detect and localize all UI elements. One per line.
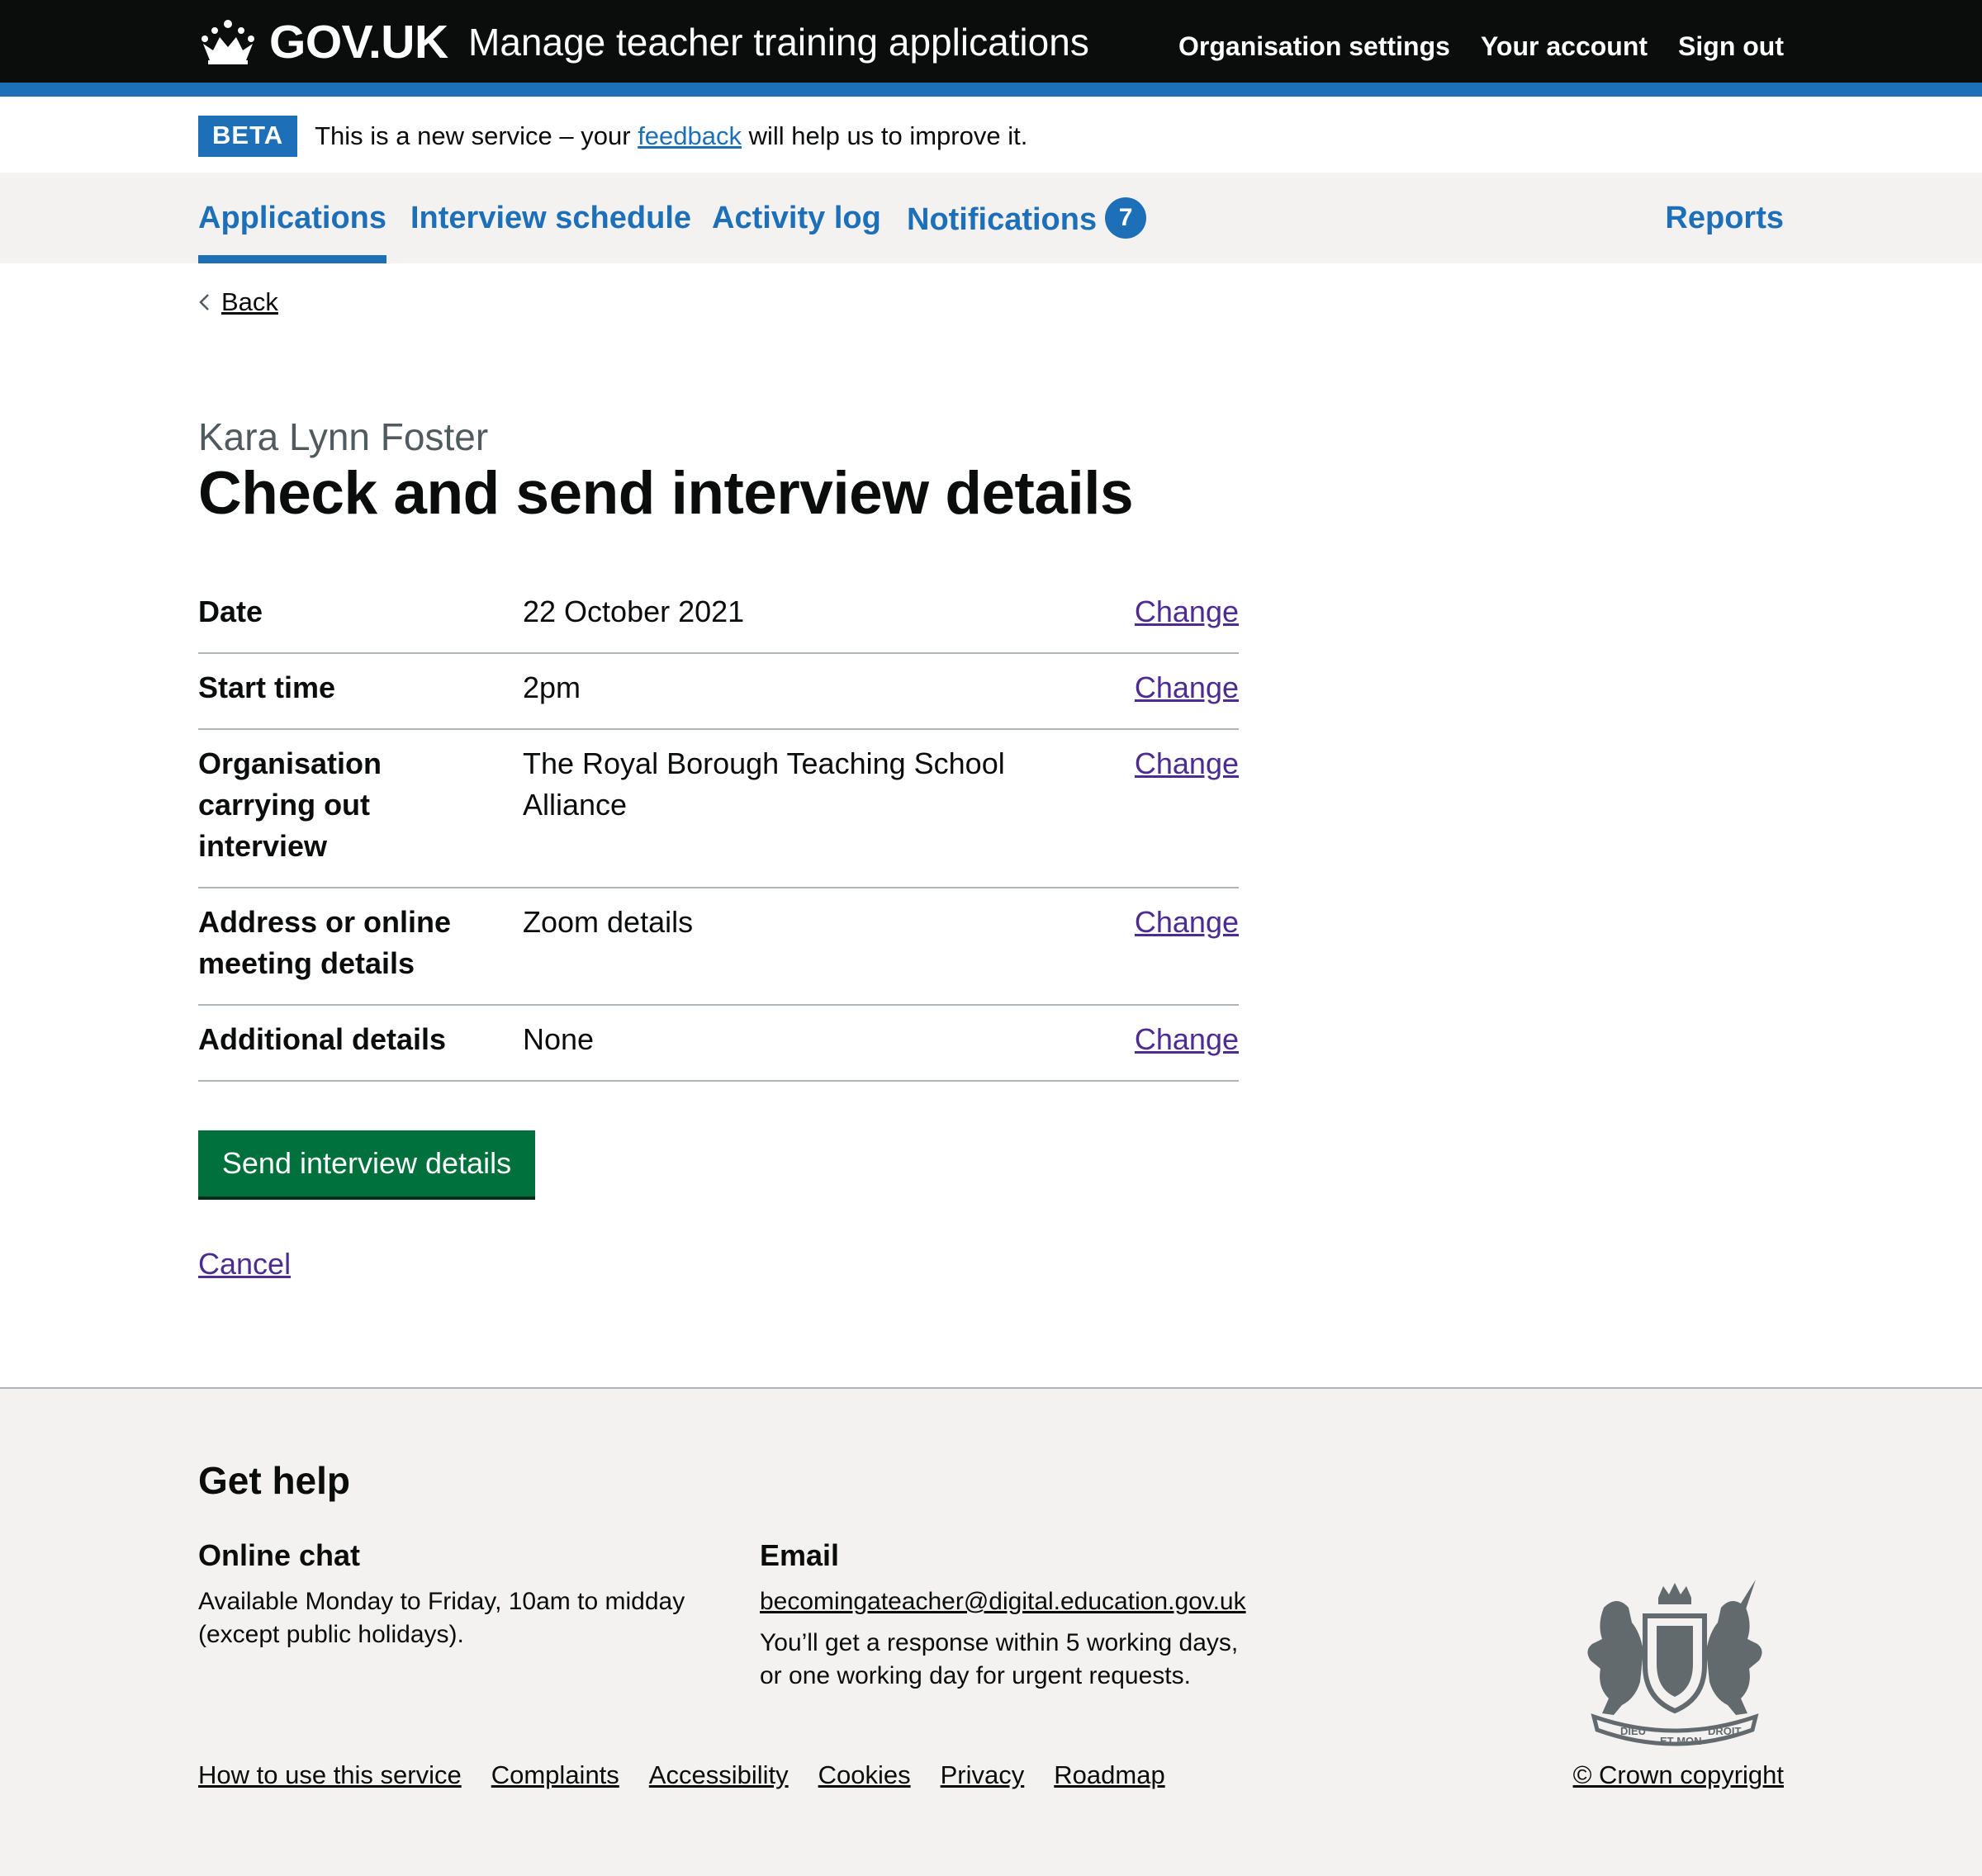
header-link-sign-out[interactable]: Sign out (1678, 31, 1784, 62)
email-response-text-2: or one working day for urgent requests. (760, 1662, 1191, 1689)
summary-key: Address or online meeting details (198, 905, 452, 980)
header-stripe (0, 83, 1982, 97)
footer: Get help Online chat Available Monday to… (0, 1387, 1982, 1876)
change-start-time-link[interactable]: Change (1135, 667, 1239, 708)
footer-link-roadmap[interactable]: Roadmap (1054, 1760, 1164, 1790)
crest-motto-left: DIEU (1620, 1725, 1646, 1737)
header-nav: Organisation settings Your account Sign … (1178, 31, 1784, 62)
beta-tag: BETA (198, 116, 298, 157)
nav-item-interview-schedule[interactable]: Interview schedule (410, 201, 691, 236)
footer-links: How to use this service Complaints Acces… (198, 1760, 1165, 1790)
summary-key: Date (198, 595, 263, 628)
email-link[interactable]: becomingateacher@digital.education.gov.u… (760, 1585, 1246, 1618)
nav-item-applications[interactable]: Applications (198, 201, 387, 263)
change-address-link[interactable]: Change (1135, 902, 1239, 943)
summary-key: Start time (198, 670, 336, 704)
online-chat-text-2: (except public holidays). (198, 1621, 464, 1648)
govuk-logo[interactable]: GOV.UK (198, 15, 448, 69)
change-organisation-link[interactable]: Change (1135, 743, 1239, 784)
footer-title: Get help (198, 1459, 351, 1502)
summary-list: Date 22 October 2021 Change Start time 2… (198, 578, 1239, 1082)
back-link-label[interactable]: Back (221, 287, 278, 317)
logo-text: GOV.UK (269, 16, 448, 69)
summary-value: Zoom details (523, 905, 694, 939)
primary-navigation: Applications Interview schedule Activity… (0, 173, 1982, 263)
beta-text: This is a new service – your feedback wi… (315, 121, 1027, 151)
back-link[interactable]: Back (198, 287, 278, 317)
phase-banner: BETA This is a new service – your feedba… (198, 116, 1027, 157)
summary-value: 22 October 2021 (523, 595, 745, 628)
email-heading: Email (760, 1538, 840, 1572)
footer-link-accessibility[interactable]: Accessibility (649, 1760, 789, 1790)
summary-value: 2pm (523, 670, 581, 704)
send-interview-details-button[interactable]: Send interview details (198, 1130, 535, 1196)
summary-row-address: Address or online meeting details Zoom d… (198, 888, 1239, 1006)
summary-value: None (523, 1022, 595, 1056)
nav-item-reports[interactable]: Reports (1665, 201, 1784, 236)
footer-link-complaints[interactable]: Complaints (491, 1760, 619, 1790)
nav-item-notifications-label: Notifications (907, 202, 1098, 238)
notifications-count-badge: 7 (1105, 197, 1147, 239)
page-title: Check and send interview details (198, 460, 1134, 527)
summary-row-start-time: Start time 2pm Change (198, 654, 1239, 730)
online-chat-heading: Online chat (198, 1538, 361, 1572)
summary-row-date: Date 22 October 2021 Change (198, 578, 1239, 654)
email-response-text-1: You’ll get a response within 5 working d… (760, 1629, 1239, 1656)
beta-text-before: This is a new service – your (315, 121, 638, 150)
summary-row-organisation: Organisation carrying out interview The … (198, 730, 1239, 888)
cancel-link[interactable]: Cancel (198, 1247, 291, 1281)
service-name[interactable]: Manage teacher training applications (468, 20, 1089, 64)
royal-coat-of-arms-icon: DIEU ET MON DROIT (1587, 1580, 1762, 1747)
crown-icon (202, 20, 254, 64)
footer-link-how-to-use[interactable]: How to use this service (198, 1760, 462, 1790)
change-additional-details-link[interactable]: Change (1135, 1019, 1239, 1060)
beta-text-after: will help us to improve it. (742, 121, 1028, 150)
chevron-left-icon (199, 294, 209, 310)
online-chat-text-1: Available Monday to Friday, 10am to midd… (198, 1588, 685, 1615)
crest-motto-right: DROIT (1708, 1725, 1742, 1737)
crest-motto-middle: ET MON (1660, 1735, 1702, 1747)
nav-item-notifications[interactable]: Notifications 7 (907, 197, 1147, 242)
change-date-link[interactable]: Change (1135, 591, 1239, 632)
header-link-your-account[interactable]: Your account (1481, 31, 1648, 62)
header-link-organisation-settings[interactable]: Organisation settings (1178, 31, 1450, 62)
crown-copyright: © Crown copyright (1573, 1760, 1784, 1790)
summary-key: Organisation carrying out interview (198, 746, 382, 863)
footer-link-cookies[interactable]: Cookies (818, 1760, 911, 1790)
header: GOV.UK Manage teacher training applicati… (0, 0, 1982, 83)
summary-row-additional-details: Additional details None Change (198, 1006, 1239, 1082)
footer-link-privacy[interactable]: Privacy (941, 1760, 1025, 1790)
summary-key: Additional details (198, 1022, 447, 1056)
nav-item-activity-log[interactable]: Activity log (712, 201, 881, 236)
feedback-link[interactable]: feedback (638, 121, 742, 150)
summary-value: The Royal Borough Teaching School Allian… (523, 746, 1005, 822)
candidate-name-caption: Kara Lynn Foster (198, 415, 489, 458)
crown-copyright-link[interactable]: © Crown copyright (1573, 1760, 1784, 1789)
